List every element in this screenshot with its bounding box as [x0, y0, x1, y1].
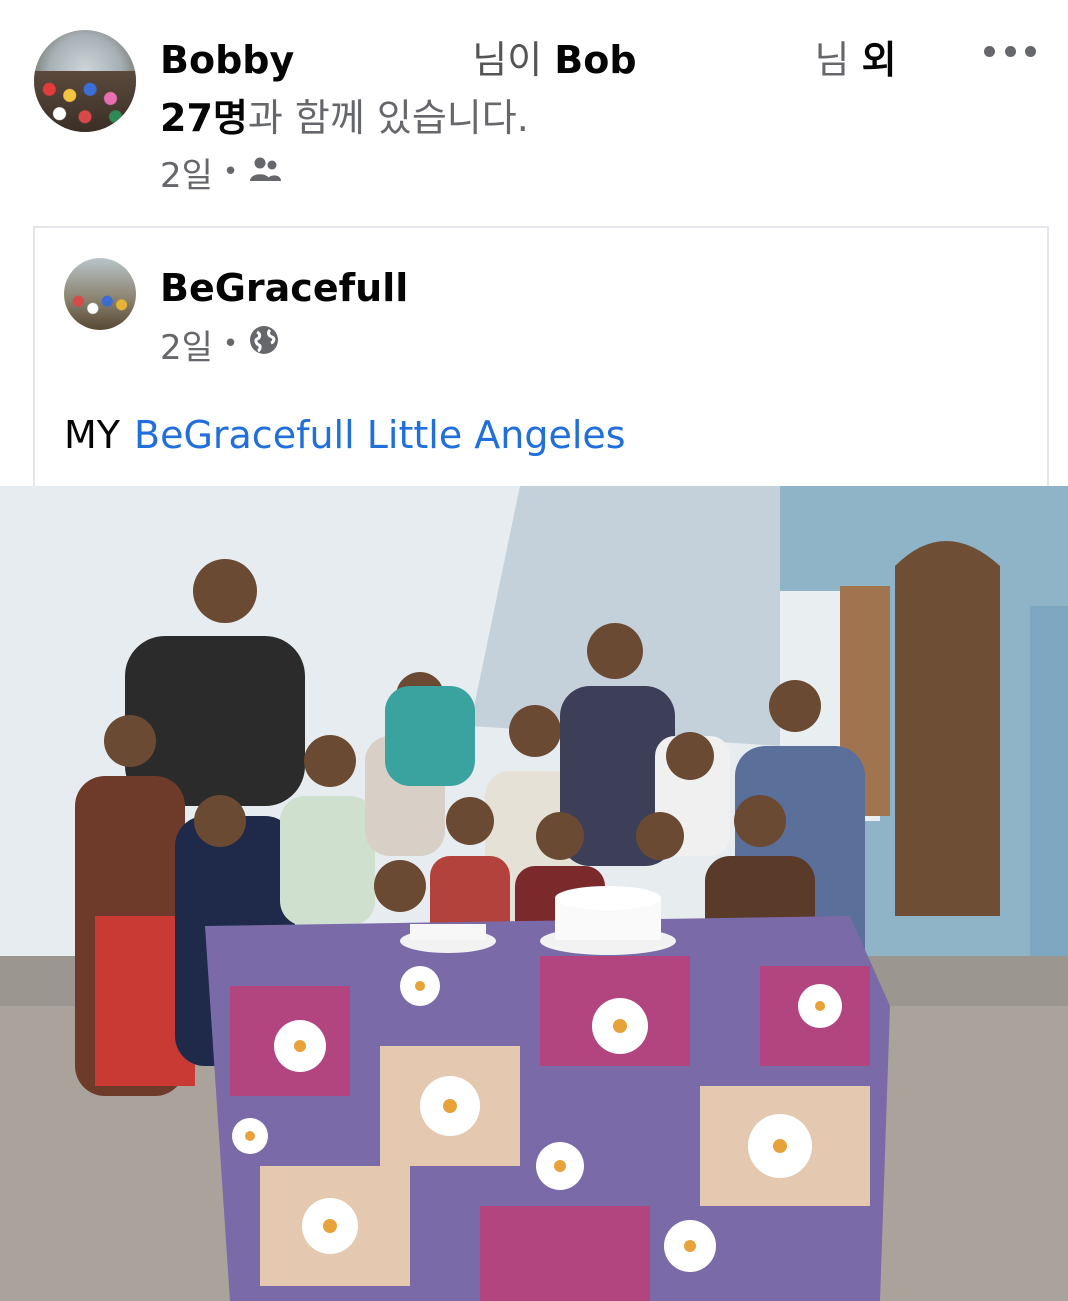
post-time[interactable]: 2일 — [160, 148, 213, 197]
tagged-name[interactable]: Bob — [554, 38, 636, 82]
page-avatar[interactable] — [64, 258, 136, 330]
table-with-cake — [205, 886, 890, 1301]
post-header-line-2: 27명과 함께 있습니다. — [160, 94, 940, 142]
post-photo[interactable] — [0, 486, 1068, 1301]
friends-icon — [248, 152, 282, 192]
post-text-prefix: MY — [64, 413, 120, 457]
meta-separator: • — [222, 329, 239, 359]
author-avatar[interactable] — [34, 30, 136, 132]
more-dot-icon — [1004, 45, 1016, 57]
more-dot-icon — [1025, 45, 1036, 57]
post-header: Bobby 님이 Bob 님 외 27명과 함께 있습니다. 2일 • — [0, 0, 1068, 210]
tag-suffix-2: 님 — [814, 38, 850, 82]
post-text: MY BeGracefull Little Angeles — [64, 410, 626, 460]
others-label[interactable]: 외 — [862, 38, 897, 82]
tag-suffix-1: 님이 — [472, 38, 543, 82]
author-name[interactable]: Bobby — [160, 38, 294, 82]
others-count[interactable]: 27명 — [160, 96, 248, 140]
globe-icon — [248, 324, 280, 365]
more-dot-icon — [984, 45, 995, 57]
shared-post-meta: 2일 • — [160, 320, 280, 369]
more-options-button[interactable] — [984, 36, 1036, 66]
page-name[interactable]: BeGracefull — [160, 264, 408, 312]
page-link[interactable]: BeGracefull Little Angeles — [134, 413, 626, 457]
post-meta: 2일 • — [160, 148, 282, 197]
shared-post-time[interactable]: 2일 — [160, 320, 213, 369]
with-text: 과 함께 있습니다. — [247, 96, 529, 140]
post-header-line-1: Bobby 님이 Bob 님 외 — [160, 36, 940, 84]
meta-separator: • — [222, 157, 239, 187]
